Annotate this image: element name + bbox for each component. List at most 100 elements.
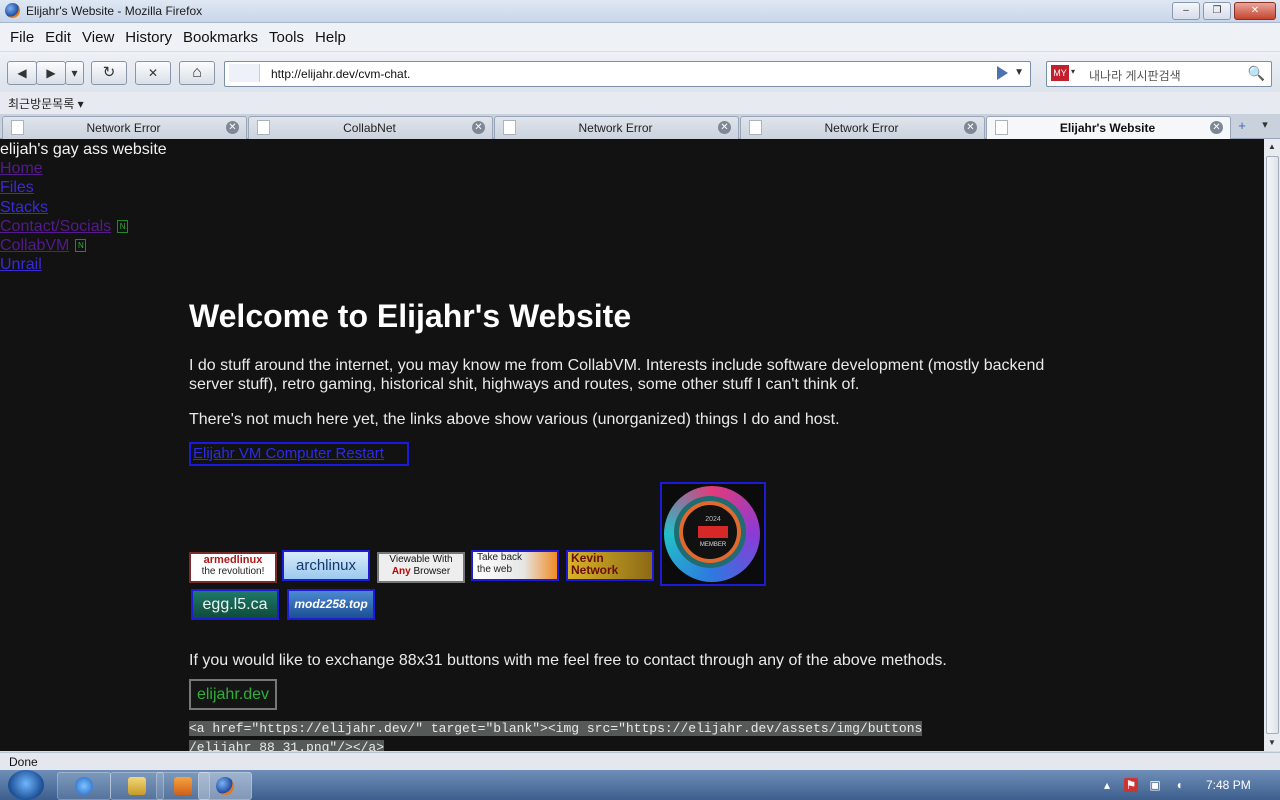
badge-text: Network <box>571 563 619 577</box>
folder-icon <box>128 777 146 795</box>
menu-history[interactable]: History <box>125 29 172 46</box>
tab-close-icon[interactable]: ✕ <box>1210 121 1223 134</box>
search-engine-dropdown[interactable]: ▾ <box>1071 67 1075 76</box>
nav-collabvm-link[interactable]: CollabVM <box>0 237 69 254</box>
tab-list-button[interactable]: ▾ <box>1256 118 1274 136</box>
exchange-text: If you would like to exchange 88x31 butt… <box>189 652 947 669</box>
url-bar[interactable]: http://elijahr.dev/cvm-chat. ▼ <box>224 61 1031 87</box>
intro-text: I do stuff around the internet, you may … <box>189 357 1045 393</box>
tab-network-error-3[interactable]: Network Error ✕ <box>740 116 985 139</box>
tab-network-error-2[interactable]: Network Error ✕ <box>494 116 739 139</box>
tab-elijahrs-website[interactable]: Elijahr's Website ✕ <box>986 116 1231 140</box>
tab-label: Network Error <box>578 121 653 135</box>
taskbar-firefox[interactable] <box>198 772 252 800</box>
history-dropdown[interactable]: ▾ <box>65 61 84 85</box>
taskbar: ▴ ⚑ ▣ ◖ 7:48 PM <box>0 770 1280 800</box>
menu-tools[interactable]: Tools <box>269 29 304 46</box>
tab-close-icon[interactable]: ✕ <box>472 121 485 134</box>
new-tab-button[interactable]: + <box>1234 118 1250 136</box>
action-center-icon[interactable]: ⚑ <box>1124 778 1138 792</box>
tab-label: CollabNet <box>343 121 396 135</box>
take-back-the-web-badge[interactable]: Take back the web <box>471 550 559 581</box>
badge-text: Browser <box>413 566 451 577</box>
new-badge: N <box>75 239 87 253</box>
menu-edit[interactable]: Edit <box>45 29 71 46</box>
restore-button[interactable]: ❐ <box>1203 2 1231 20</box>
scroll-thumb[interactable] <box>1266 156 1279 734</box>
tab-label: Network Error <box>824 121 899 135</box>
site-identity-icon[interactable] <box>229 64 260 82</box>
window-title: Elijahr's Website - Mozilla Firefox <box>26 4 203 18</box>
clock[interactable]: 7:48 PM <box>1206 778 1251 792</box>
scroll-up-icon[interactable]: ▲ <box>1264 139 1280 155</box>
highlight-link-box: Elijahr VM Computer Restart <box>189 442 409 466</box>
url-dropdown-icon[interactable]: ▼ <box>1014 67 1024 78</box>
home-button[interactable]: ⌂ <box>179 61 215 85</box>
scroll-down-icon[interactable]: ▼ <box>1264 735 1280 751</box>
status-bar: Done <box>0 752 1280 771</box>
badge-text: the revolution! <box>201 566 265 577</box>
firefox-icon <box>216 777 234 795</box>
nav-stacks-link[interactable]: Stacks <box>0 198 128 217</box>
badge-embed-code: <a href="https://elijahr.dev/" target="b… <box>189 719 949 751</box>
network-icon[interactable]: ▣ <box>1148 778 1162 792</box>
show-hidden-icons-icon[interactable]: ▴ <box>1100 778 1114 792</box>
nav-unrail-link[interactable]: Unrail <box>0 255 128 274</box>
badge-text: Any <box>391 566 411 577</box>
taskbar-ie[interactable] <box>57 772 111 800</box>
badge-text: armedlinux <box>203 554 263 566</box>
search-input[interactable]: 내나라 게시판검색 <box>1089 67 1181 84</box>
nav-files-link[interactable]: Files <box>0 178 128 197</box>
menu-view[interactable]: View <box>82 29 114 46</box>
badge-text: Take back <box>477 552 523 563</box>
back-button[interactable]: ◀ <box>7 61 37 85</box>
elijahr-badge[interactable]: elijahr.dev <box>189 679 277 710</box>
kevin-network-badge[interactable]: Kevin Network <box>566 550 654 581</box>
tab-close-icon[interactable]: ✕ <box>964 121 977 134</box>
tab-close-icon[interactable]: ✕ <box>718 121 731 134</box>
url-text[interactable]: http://elijahr.dev/cvm-chat. <box>271 67 410 81</box>
nav-home-link[interactable]: Home <box>0 159 128 178</box>
stop-button[interactable]: ✕ <box>135 61 171 85</box>
system-tray: ▴ ⚑ ▣ ◖ 7:48 PM <box>1096 770 1280 800</box>
menu-help[interactable]: Help <box>315 29 346 46</box>
highlight-link[interactable]: Elijahr VM Computer Restart <box>191 445 384 462</box>
search-icon[interactable]: 🔍 <box>1248 65 1265 82</box>
egg-badge[interactable]: egg.l5.ca <box>191 589 279 620</box>
bookmarks-toolbar: 최근방문목록 ▾ <box>0 92 1280 114</box>
modz258-badge[interactable]: modz258.top <box>287 589 375 620</box>
go-arrow-icon[interactable] <box>997 66 1008 80</box>
menu-bar: File Edit View History Bookmarks Tools H… <box>0 23 1280 51</box>
volume-icon[interactable]: ◖ <box>1172 778 1186 792</box>
page-icon <box>257 120 270 135</box>
close-window-button[interactable]: ✕ <box>1234 2 1276 20</box>
search-engine-icon[interactable]: MY <box>1051 65 1069 81</box>
forward-button[interactable]: ▶ <box>36 61 66 85</box>
page-icon <box>11 120 24 135</box>
code-line: <a href="https://elijahr.dev/" target="b… <box>189 721 923 736</box>
page-heading: Welcome to Elijahr's Website <box>189 298 632 334</box>
badge-text: Viewable With <box>389 554 453 565</box>
badge-year: 2024 <box>705 516 721 523</box>
site-name: elijah's gay ass website <box>0 141 167 158</box>
start-button[interactable] <box>8 770 44 800</box>
bookmark-recent-visits[interactable]: 최근방문목록 ▾ <box>8 95 84 112</box>
menu-file[interactable]: File <box>10 29 34 46</box>
navigation-toolbar: ◀ ▶ ▾ ↻ ✕ ⌂ http://elijahr.dev/cvm-chat.… <box>0 52 1280 92</box>
firefox-icon <box>5 3 20 18</box>
eff-member-badge[interactable]: 2024 MEMBER <box>660 482 766 586</box>
search-bar[interactable]: MY ▾ 내나라 게시판검색 🔍 <box>1046 61 1272 87</box>
tab-network-error-1[interactable]: Network Error ✕ <box>2 116 247 139</box>
archlinux-badge[interactable]: archlinux <box>282 550 370 581</box>
menu-bookmarks[interactable]: Bookmarks <box>183 29 258 46</box>
armedlinux-badge[interactable]: armedlinux the revolution! <box>189 552 277 583</box>
reload-button[interactable]: ↻ <box>91 61 127 85</box>
tab-collabnet[interactable]: CollabNet ✕ <box>248 116 493 139</box>
note-text: There's not much here yet, the links abo… <box>189 411 840 428</box>
nav-contact-link[interactable]: Contact/Socials <box>0 218 111 235</box>
vertical-scrollbar[interactable]: ▲ ▼ <box>1264 139 1280 751</box>
minimize-button[interactable]: – <box>1172 2 1200 20</box>
tab-close-icon[interactable]: ✕ <box>226 121 239 134</box>
main-content: Welcome to Elijahr's Website I do stuff … <box>189 298 1069 751</box>
any-browser-badge[interactable]: Viewable With Any Browser <box>377 552 465 583</box>
